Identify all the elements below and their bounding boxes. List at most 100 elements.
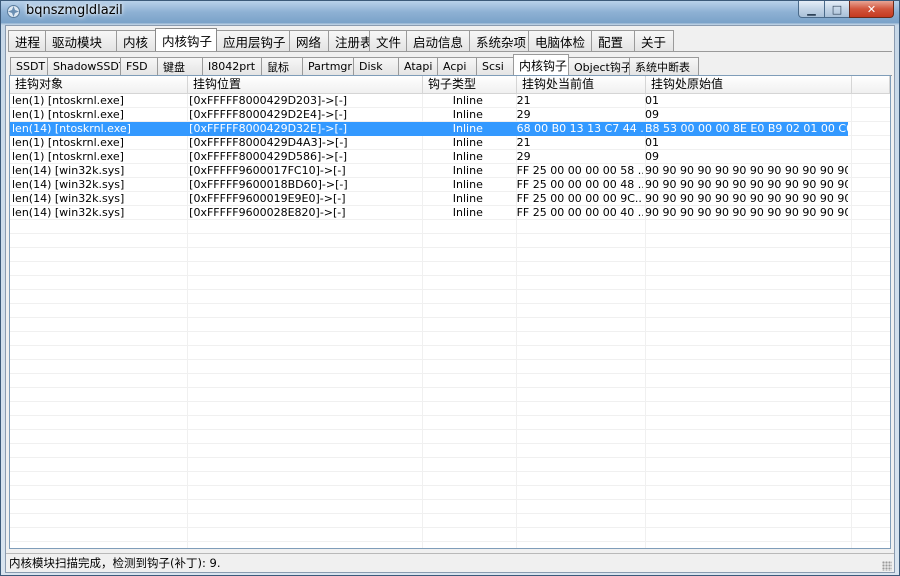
table-cell: 29 xyxy=(516,108,531,121)
table-cell: [0xFFFFF9600028E820]->[-] xyxy=(189,206,346,219)
table-row[interactable]: len(1) [ntoskrnl.exe] [0xFFFFF8000429D4A3… xyxy=(10,136,848,150)
main-tab-8[interactable]: 启动信息 xyxy=(406,30,470,51)
table-row[interactable]: len(14) [win32k.sys] [0xFFFFF9600018BD60]… xyxy=(10,178,848,192)
table-cell: len(14) [ntoskrnl.exe] xyxy=(12,122,131,135)
table-cell: len(14) [win32k.sys] xyxy=(12,206,125,219)
column-header-3[interactable]: 挂钩处当前值 xyxy=(517,76,646,93)
sub-tab-2[interactable]: FSD xyxy=(120,57,158,75)
main-tab-11[interactable]: 配置 xyxy=(591,30,635,51)
table-cell: len(14) [win32k.sys] xyxy=(12,192,125,205)
minimize-icon: ▁ xyxy=(807,2,816,16)
table-cell: [0xFFFFF8000429D32E]->[-] xyxy=(189,122,348,135)
sub-tab-9[interactable]: Acpi xyxy=(437,57,477,75)
table-cell: [0xFFFFF9600018BD60]->[-] xyxy=(189,178,348,191)
sub-tab-5[interactable]: 鼠标 xyxy=(261,57,303,75)
list-header: 挂钩对象 挂钩位置 钩子类型 挂钩处当前值 挂钩处原始值 xyxy=(10,76,890,94)
main-tab-12[interactable]: 关于 xyxy=(634,30,674,51)
sub-tab-strip: SSDT ShadowSSDT FSD 键盘 I8042prt 鼠标 Partmgr Disk… xyxy=(10,54,699,75)
main-tab-9[interactable]: 系统杂项 xyxy=(469,30,529,51)
table-row[interactable]: len(14) [win32k.sys] [0xFFFFF9600019E9E0]… xyxy=(10,192,848,206)
app-icon xyxy=(7,5,20,18)
table-cell: [0xFFFFF9600017FC10]->[-] xyxy=(189,164,346,177)
table-row[interactable]: len(1) [ntoskrnl.exe] [0xFFFFF8000429D203… xyxy=(10,94,848,108)
sub-tab-3[interactable]: 键盘 xyxy=(157,57,203,75)
table-cell: [0xFFFFF8000429D203]->[-] xyxy=(189,94,348,107)
sub-tab-1[interactable]: ShadowSSDT xyxy=(47,57,126,75)
table-cell: FF 25 00 00 00 00 40 ... xyxy=(516,206,643,219)
main-tab-3[interactable]: 内核钩子 xyxy=(155,28,217,51)
main-tab-2[interactable]: 内核 xyxy=(116,30,156,51)
main-tab-6[interactable]: 注册表 xyxy=(328,30,373,51)
client-area: 进程 驱动模块 内核 内核钩子 应用层钩子 网络 注册表 文件 启动信息 系统杂项 电脑体检 配置 关于… xyxy=(5,25,895,573)
list-body: len(1) [ntoskrnl.exe] [0xFFFFF8000429D203… xyxy=(10,94,890,548)
sub-tab-11[interactable]: 内核钩子 xyxy=(513,54,569,75)
column-header-4[interactable]: 挂钩处原始值 xyxy=(646,76,852,93)
table-cell: 90 90 90 90 90 90 90 90 90 90 90 90 ... xyxy=(644,178,848,191)
table-cell: 29 xyxy=(516,150,531,163)
sub-tab-12[interactable]: Object钩子 xyxy=(568,57,632,75)
column-header-2[interactable]: 钩子类型 xyxy=(423,76,517,93)
status-bar: 内核模块扫描完成，检测到钩子(补丁): 9. xyxy=(6,553,894,572)
table-cell: [0xFFFFF8000429D2E4]->[-] xyxy=(189,108,348,121)
table-cell: Inline xyxy=(452,122,483,135)
table-cell: 09 xyxy=(644,150,659,163)
table-cell: Inline xyxy=(452,136,483,149)
table-cell: len(14) [win32k.sys] xyxy=(12,178,125,191)
table-cell: len(1) [ntoskrnl.exe] xyxy=(12,136,124,149)
table-cell: Inline xyxy=(452,206,483,219)
maximize-button[interactable]: □ xyxy=(824,1,850,18)
table-cell: len(1) [ntoskrnl.exe] xyxy=(12,108,124,121)
table-cell: 01 xyxy=(644,136,659,149)
table-cell: Inline xyxy=(452,178,483,191)
status-text: 内核模块扫描完成，检测到钩子(补丁): 9. xyxy=(9,556,221,570)
main-tab-5[interactable]: 网络 xyxy=(289,30,329,51)
table-row[interactable]: len(14) [win32k.sys] [0xFFFFF9600028E820]… xyxy=(10,206,848,220)
table-cell: len(1) [ntoskrnl.exe] xyxy=(12,94,124,107)
maximize-icon: □ xyxy=(831,2,843,16)
sub-tab-0[interactable]: SSDT xyxy=(10,57,48,75)
main-tab-1[interactable]: 驱动模块 xyxy=(45,30,117,51)
column-gridline xyxy=(851,94,852,548)
table-cell: [0xFFFFF8000429D4A3]->[-] xyxy=(189,136,348,149)
hook-list[interactable]: 挂钩对象 挂钩位置 钩子类型 挂钩处当前值 挂钩处原始值 len(1) [ntoskrn… xyxy=(9,75,891,549)
table-cell: [0xFFFFF8000429D586]->[-] xyxy=(189,150,348,163)
close-icon: ✕ xyxy=(866,2,877,16)
table-cell: len(1) [ntoskrnl.exe] xyxy=(12,150,124,163)
table-cell: FF 25 00 00 00 00 48 ... xyxy=(516,178,643,191)
table-cell: 09 xyxy=(644,108,659,121)
main-tab-7[interactable]: 文件 xyxy=(369,30,407,51)
table-cell: Inline xyxy=(452,150,483,163)
close-button[interactable]: ✕ xyxy=(849,1,894,18)
main-tab-4[interactable]: 应用层钩子 xyxy=(216,30,290,51)
main-tab-0[interactable]: 进程 xyxy=(8,30,46,51)
sub-tab-10[interactable]: Scsi xyxy=(476,57,514,75)
column-header-1[interactable]: 挂钩位置 xyxy=(188,76,423,93)
table-cell: 21 xyxy=(516,136,531,149)
table-cell: 90 90 90 90 90 90 90 90 90 90 90 90 ... xyxy=(644,164,848,177)
title-bar[interactable]: bqnszmgldlazil ▁ □ ✕ xyxy=(1,1,899,23)
table-cell: Inline xyxy=(452,192,483,205)
minimize-button[interactable]: ▁ xyxy=(798,1,825,18)
table-cell: [0xFFFFF9600019E9E0]->[-] xyxy=(189,192,346,205)
table-row[interactable]: len(1) [ntoskrnl.exe] [0xFFFFF8000429D2E4… xyxy=(10,108,848,122)
table-row[interactable]: len(1) [ntoskrnl.exe] [0xFFFFF8000429D586… xyxy=(10,150,848,164)
table-cell: 01 xyxy=(644,94,659,107)
sub-tab-7[interactable]: Disk xyxy=(353,57,399,75)
table-row[interactable]: len(14) [win32k.sys] [0xFFFFF9600017FC10]… xyxy=(10,164,848,178)
sub-tab-13[interactable]: 系统中断表 xyxy=(629,57,699,75)
table-cell: FF 25 00 00 00 00 58 ... xyxy=(516,164,643,177)
sub-tab-4[interactable]: I8042prt xyxy=(202,57,262,75)
table-cell: len(14) [win32k.sys] xyxy=(12,164,125,177)
table-cell: FF 25 00 00 00 00 9C... xyxy=(516,192,643,205)
resize-grip-icon[interactable] xyxy=(882,561,892,571)
column-header-0[interactable]: 挂钩对象 xyxy=(10,76,188,93)
main-tab-10[interactable]: 电脑体检 xyxy=(528,30,592,51)
sub-tab-8[interactable]: Atapi xyxy=(398,57,438,75)
table-cell: B8 53 00 00 00 8E E0 B9 02 01 00 C0 ... xyxy=(644,122,848,135)
table-cell: 90 90 90 90 90 90 90 90 90 90 90 90 ... xyxy=(644,206,848,219)
app-window: bqnszmgldlazil ▁ □ ✕ 进程 驱动模块 内核 内核钩子 应用层钩子 网络… xyxy=(0,0,900,576)
table-row[interactable]: len(14) [ntoskrnl.exe] [0xFFFFF8000429D32… xyxy=(10,122,848,136)
table-cell: Inline xyxy=(452,108,483,121)
sub-tab-6[interactable]: Partmgr xyxy=(302,57,354,75)
table-cell: 21 xyxy=(516,94,531,107)
